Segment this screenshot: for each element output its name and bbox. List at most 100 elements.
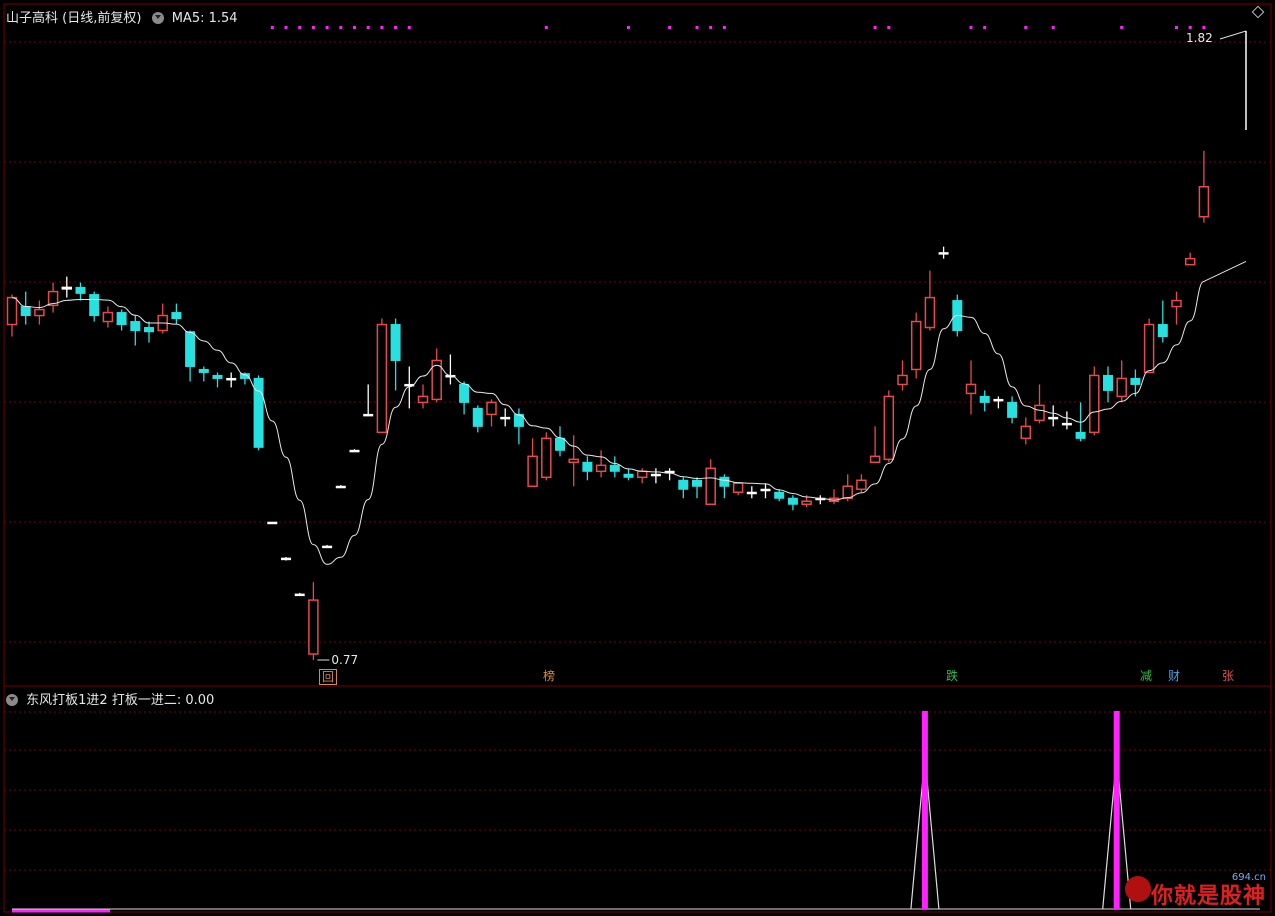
candle: [746, 486, 757, 499]
high-price-label: 1.82: [1186, 31, 1213, 45]
candle-body: [34, 308, 45, 317]
candle-body: [1143, 323, 1155, 374]
candle: [815, 495, 826, 505]
signal-dot: [1202, 26, 1206, 29]
candle: [157, 303, 168, 334]
sub-chart-header: 东风打板1进2 打板一进二: 0.00: [6, 689, 214, 708]
candle: [171, 303, 182, 325]
candle: [609, 456, 620, 478]
candle: [198, 366, 209, 382]
candle: [965, 360, 977, 415]
candle-body: [609, 464, 620, 472]
candle-body: [1157, 324, 1168, 338]
candle-body: [294, 593, 305, 597]
signal-dot: [380, 26, 384, 29]
candle: [1020, 417, 1032, 445]
candle: [267, 521, 278, 525]
candle: [705, 459, 716, 505]
candle-body: [185, 331, 196, 367]
candle-body: [801, 500, 812, 505]
candle: [404, 366, 415, 409]
signal-dot: [709, 26, 713, 29]
candle: [1089, 366, 1100, 436]
candle-body: [226, 377, 237, 381]
candle-body: [322, 545, 333, 549]
candle: [322, 544, 333, 549]
candle-body: [390, 324, 401, 361]
signal-dot: [873, 26, 877, 29]
candle-body: [1116, 377, 1127, 398]
candle: [431, 348, 442, 403]
candle-body: [883, 395, 895, 461]
candle-body: [1061, 422, 1072, 426]
sub-indicator-title: 东风打板1进2 打板一进二: 0.00: [26, 693, 215, 708]
candle: [910, 312, 922, 379]
candle: [732, 482, 744, 496]
signal-dot: [353, 26, 356, 29]
candle-body: [212, 374, 223, 379]
candle-body: [595, 464, 607, 473]
candle-body: [678, 479, 689, 490]
candle-body: [130, 321, 141, 332]
candle-body: [363, 413, 374, 417]
tag-bang[interactable]: 榜: [541, 669, 557, 683]
signal-dot: [339, 26, 343, 29]
candle-body: [527, 455, 538, 488]
candle: [89, 291, 100, 322]
stock-chart[interactable]: 1.82 0.77: [0, 0, 1275, 916]
indicator-signal-bar: [921, 711, 928, 909]
candle: [1171, 291, 1182, 325]
sub-indicator-menu-icon[interactable]: [6, 694, 18, 706]
candle-body: [61, 286, 73, 290]
candle-body: [965, 383, 977, 395]
indicator-menu-icon[interactable]: [151, 12, 164, 24]
candle: [623, 468, 634, 481]
candle: [979, 390, 990, 412]
candle: [1157, 300, 1168, 343]
signal-dot: [311, 26, 315, 29]
candle-body: [1034, 404, 1045, 422]
candle: [541, 432, 552, 481]
chart-header: 山子高科 (日线,前复权) MA5: 1.54: [6, 7, 238, 26]
candle-body: [349, 449, 360, 453]
candle: [185, 330, 196, 382]
candle-body: [1130, 377, 1141, 385]
candle-body: [869, 455, 881, 464]
candle-body: [1103, 374, 1113, 391]
candle-body: [171, 312, 182, 320]
tag-cai[interactable]: 财: [1166, 669, 1182, 683]
candle: [102, 306, 114, 328]
candle: [555, 426, 565, 457]
high-pointer: [1219, 30, 1247, 40]
candle-body: [623, 473, 634, 478]
signal-dot: [668, 26, 672, 29]
signal-dot: [627, 26, 630, 29]
tag-hui[interactable]: 回: [319, 669, 338, 685]
candle-body: [650, 473, 661, 477]
candle: [828, 489, 840, 505]
candle: [472, 405, 483, 433]
candle-body: [924, 296, 936, 329]
signal-dot: [544, 26, 548, 29]
candle-body: [281, 557, 291, 561]
signal-dot: [284, 26, 288, 29]
candle: [335, 485, 346, 489]
candle: [568, 435, 579, 487]
candle: [1103, 366, 1113, 403]
candle-body: [787, 497, 798, 505]
tag-jian[interactable]: 减: [1138, 669, 1154, 683]
candle-body: [1198, 186, 1210, 218]
candle-body: [979, 395, 990, 403]
candle-body: [1089, 374, 1100, 434]
candle-body: [555, 437, 565, 451]
signal-dot: [1188, 26, 1192, 29]
candle-body: [692, 479, 702, 487]
candle: [938, 246, 949, 259]
candle: [130, 315, 141, 346]
indicator-signal-bar: [1113, 711, 1120, 909]
signal-dot: [298, 26, 302, 29]
tag-zhang[interactable]: 张: [1220, 669, 1236, 683]
signal-dot: [1120, 26, 1124, 29]
tag-die[interactable]: 跌: [944, 669, 960, 683]
candle-body: [144, 327, 154, 333]
